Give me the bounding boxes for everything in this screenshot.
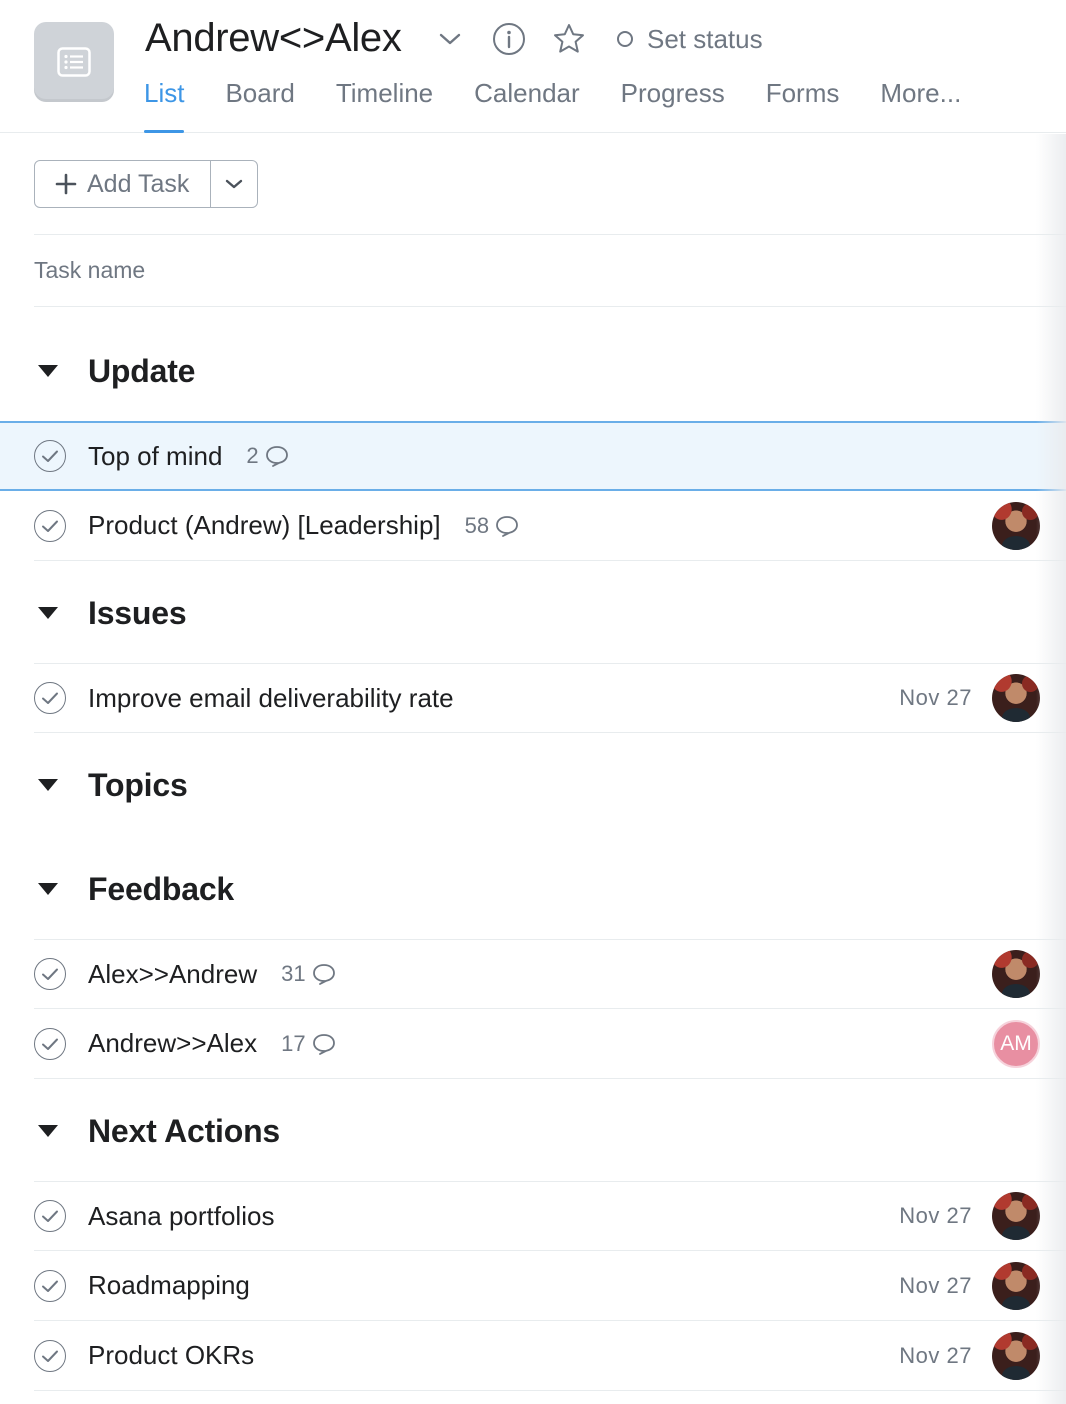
task-row[interactable]: Alex>>Andrew 31 [34, 939, 1066, 1009]
comment-count[interactable]: 31 [281, 961, 335, 987]
task-row[interactable]: Asana portfolios Nov 27 [34, 1181, 1066, 1251]
caret-down-icon[interactable] [34, 607, 68, 619]
info-icon[interactable] [491, 20, 527, 58]
due-date[interactable]: Nov 27 [899, 1203, 972, 1229]
caret-down-icon[interactable] [34, 365, 68, 377]
task-row[interactable]: Product (Andrew) [Leadership] 58 [34, 491, 1066, 561]
view-tabs: List Board Timeline Calendar Progress Fo… [144, 74, 1002, 133]
tab-timeline[interactable]: Timeline [336, 74, 433, 133]
star-icon[interactable] [551, 20, 587, 58]
caret-down-icon[interactable] [34, 779, 68, 791]
complete-checkmark-icon[interactable] [34, 682, 66, 714]
status-circle-icon [617, 31, 633, 47]
due-date[interactable]: Nov 27 [899, 685, 972, 711]
comment-count-value: 17 [281, 1030, 306, 1056]
assignee-avatar[interactable] [992, 501, 1040, 550]
task-name[interactable]: Asana portfolios [88, 1201, 274, 1232]
comment-count[interactable]: 2 [246, 443, 288, 469]
section-title: Issues [88, 594, 187, 631]
due-date[interactable]: Nov 27 [899, 1343, 972, 1369]
task-name[interactable]: Product OKRs [88, 1340, 254, 1371]
task-row[interactable]: Improve email deliverability rate Nov 27 [34, 663, 1066, 733]
comment-bubble-icon [312, 1033, 336, 1055]
assignee-avatar[interactable] [992, 1192, 1040, 1240]
complete-checkmark-icon[interactable] [34, 1269, 66, 1302]
set-status-button[interactable]: Set status [617, 22, 763, 56]
comment-bubble-icon [265, 445, 289, 467]
comment-bubble-icon [312, 963, 336, 985]
project-menu-chevron-icon[interactable] [432, 20, 468, 58]
comment-count-value: 2 [246, 443, 259, 468]
tab-more[interactable]: More... [880, 74, 961, 133]
section-title: Feedback [88, 870, 235, 907]
section-header[interactable]: Topics [34, 751, 1066, 819]
add-task-button-group: Add Task [34, 160, 258, 208]
list-icon[interactable] [34, 22, 114, 102]
column-header-task-name[interactable]: Task name [34, 234, 1066, 307]
assignee-avatar[interactable] [992, 950, 1040, 998]
comment-count[interactable]: 58 [465, 513, 519, 539]
section-title: Next Actions [88, 1112, 281, 1149]
task-name[interactable]: Andrew>>Alex [88, 1028, 257, 1059]
tab-calendar[interactable]: Calendar [474, 74, 580, 133]
section-header[interactable]: Issues [34, 579, 1066, 647]
add-task-dropdown-button[interactable] [211, 161, 257, 207]
task-row[interactable]: Top of mind 2 [0, 421, 1066, 491]
tab-forms[interactable]: Forms [766, 74, 840, 133]
complete-checkmark-icon[interactable] [34, 1200, 66, 1232]
tab-progress[interactable]: Progress [621, 74, 725, 133]
assignee-avatar[interactable] [992, 674, 1040, 722]
assignee-avatar[interactable] [992, 1331, 1040, 1380]
section-header[interactable]: Update [34, 337, 1066, 405]
task-row[interactable]: Roadmapping Nov 27 [34, 1251, 1066, 1321]
complete-checkmark-icon[interactable] [34, 440, 66, 472]
complete-checkmark-icon[interactable] [34, 958, 66, 990]
caret-down-icon[interactable] [34, 1125, 68, 1137]
assignee-avatar[interactable] [992, 1261, 1040, 1310]
comment-count-value: 31 [281, 961, 306, 986]
comment-count[interactable]: 17 [281, 1031, 335, 1057]
add-task-button[interactable]: Add Task [35, 161, 211, 207]
section-title: Update [88, 352, 196, 389]
project-title[interactable]: Andrew<>Alex [145, 14, 402, 62]
add-task-label: Add Task [87, 169, 190, 198]
project-header: Andrew<>Alex Set status List Board Timel… [0, 0, 1066, 133]
tab-board[interactable]: Board [225, 74, 294, 133]
comment-bubble-icon [495, 515, 519, 537]
task-row[interactable]: Product OKRs Nov 27 [34, 1321, 1066, 1391]
comment-count-value: 58 [464, 512, 490, 538]
complete-checkmark-icon[interactable] [34, 1027, 66, 1060]
section-title: Topics [88, 766, 188, 803]
due-date[interactable]: Nov 27 [899, 1273, 972, 1299]
task-name[interactable]: Top of mind [88, 441, 222, 472]
section-header[interactable]: Next Actions [34, 1097, 1066, 1165]
assignee-avatar[interactable]: AM [992, 1019, 1040, 1068]
task-name[interactable]: Roadmapping [88, 1270, 250, 1301]
task-row[interactable]: Andrew>>Alex 17 AM [34, 1009, 1066, 1079]
chevron-down-icon [225, 179, 243, 189]
plus-icon [55, 173, 77, 195]
task-name[interactable]: Improve email deliverability rate [88, 683, 454, 714]
task-name[interactable]: Product (Andrew) [Leadership] [88, 510, 441, 541]
tab-list[interactable]: List [144, 74, 185, 133]
set-status-label: Set status [647, 23, 763, 54]
caret-down-icon[interactable] [34, 883, 68, 895]
section-header[interactable]: Feedback [34, 855, 1066, 923]
complete-checkmark-icon[interactable] [34, 1339, 66, 1372]
complete-checkmark-icon[interactable] [34, 509, 66, 542]
task-name[interactable]: Alex>>Andrew [88, 959, 257, 990]
